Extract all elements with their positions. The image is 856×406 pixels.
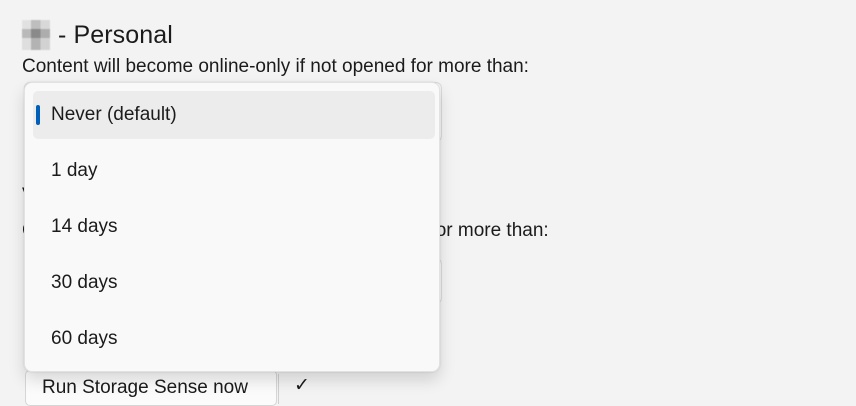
dropdown-option-60-days[interactable]: 60 days <box>33 315 435 363</box>
dropdown-option-label: 60 days <box>51 328 118 349</box>
dropdown-option-label: 1 day <box>51 160 98 181</box>
run-storage-sense-button[interactable]: Run Storage Sense now <box>25 370 277 406</box>
checkmark-icon: ✓ <box>294 375 310 396</box>
dropdown-option-30-days[interactable]: 30 days <box>33 259 435 307</box>
selection-indicator <box>36 105 40 125</box>
account-header: - Personal <box>22 18 173 52</box>
dropdown-option-14-days[interactable]: 14 days <box>33 203 435 251</box>
dropdown-option-label: 14 days <box>51 216 118 237</box>
online-only-description: Content will become online-only if not o… <box>22 56 529 77</box>
online-only-dropdown-menu: Never (default) 1 day 14 days 30 days 60… <box>24 82 440 372</box>
dropdown-option-label: 30 days <box>51 272 118 293</box>
divider <box>278 374 279 404</box>
avatar <box>22 20 50 50</box>
dropdown-option-1-day[interactable]: 1 day <box>33 147 435 195</box>
dropdown-option-label: Never (default) <box>51 104 177 125</box>
account-title: - Personal <box>58 20 173 49</box>
dropdown-option-never[interactable]: Never (default) <box>33 91 435 139</box>
